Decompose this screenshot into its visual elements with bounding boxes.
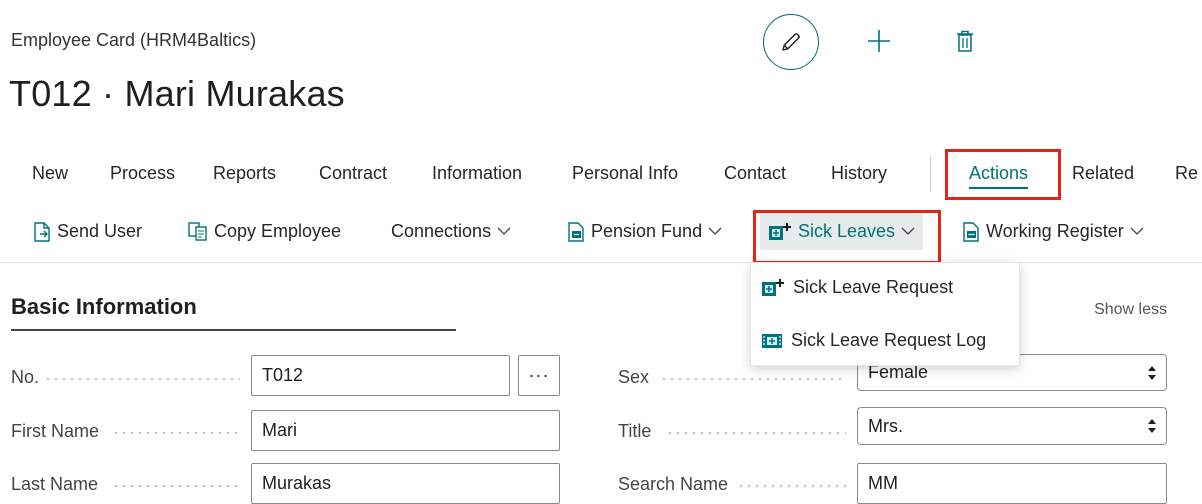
sick-leave-request-item[interactable]: Sick Leave Request: [761, 277, 953, 298]
title-value: Mrs.: [868, 415, 903, 436]
sick-leave-request-icon: [761, 278, 785, 298]
tab-reports[interactable]: Reports: [213, 163, 276, 184]
copy-employee-label: Copy Employee: [214, 221, 342, 241]
actions-highlight-box: [945, 149, 1061, 200]
sick-leaves-highlight-box: [753, 210, 941, 264]
send-user-button[interactable]: Send User: [33, 221, 142, 242]
first-name-field[interactable]: Mari: [251, 410, 560, 451]
first-name-label: First Name: [11, 421, 100, 441]
search-name-label: Search Name: [618, 474, 729, 494]
pension-fund-label: Pension Fund: [591, 221, 703, 241]
sex-label: Sex: [618, 367, 650, 387]
tab-contract[interactable]: Contract: [319, 163, 387, 184]
edit-button[interactable]: [763, 14, 819, 70]
no-leader-dots: [44, 378, 240, 380]
sick-leave-log-icon: [761, 332, 783, 350]
connections-menu[interactable]: Connections: [391, 221, 511, 242]
new-button[interactable]: [862, 24, 896, 58]
action-tabs: New Process Reports Contract Information…: [0, 148, 1202, 202]
last-name-leader-dots: [112, 485, 240, 487]
page-title: T012 · Mari Murakas: [9, 73, 345, 114]
tab-more[interactable]: Re: [1175, 163, 1198, 184]
no-label: No.: [11, 367, 40, 387]
tab-process[interactable]: Process: [110, 163, 175, 184]
pension-fund-menu[interactable]: Pension Fund: [567, 221, 722, 242]
select-arrows-icon: [1147, 365, 1157, 381]
sick-leave-request-label: Sick Leave Request: [793, 277, 954, 297]
tab-personal-info[interactable]: Personal Info: [572, 163, 678, 184]
copy-employee-button[interactable]: Copy Employee: [188, 221, 341, 242]
no-lookup-button[interactable]: ···: [518, 355, 560, 396]
copy-employee-icon: [188, 221, 208, 242]
last-name-label: Last Name: [11, 474, 99, 494]
tab-divider: [930, 156, 931, 192]
select-arrows-icon: [1147, 418, 1157, 434]
working-register-menu[interactable]: Working Register: [962, 221, 1144, 242]
first-name-leader-dots: [112, 432, 240, 434]
sex-leader-dots: [660, 378, 846, 380]
no-field[interactable]: T012: [251, 355, 510, 396]
action-bar: Send User Copy Employee Connections Pens…: [0, 205, 1202, 264]
title-label: Title: [618, 421, 652, 441]
tab-history[interactable]: History: [831, 163, 887, 184]
sick-leave-request-log-item[interactable]: Sick Leave Request Log: [761, 330, 986, 351]
working-register-icon: [962, 221, 980, 242]
pension-fund-icon: [567, 221, 585, 242]
tab-new[interactable]: New: [32, 163, 68, 184]
tab-information[interactable]: Information: [432, 163, 522, 184]
plus-icon: [868, 30, 890, 52]
chevron-down-icon: [708, 227, 722, 236]
trash-icon: [957, 30, 973, 52]
pencil-icon: [782, 33, 800, 51]
sick-leaves-dropdown: Sick Leave Request Sick Leave Request Lo…: [750, 262, 1020, 366]
working-register-label: Working Register: [986, 221, 1124, 241]
page-subtitle: Employee Card (HRM4Baltics): [11, 30, 257, 50]
show-less-link[interactable]: Show less: [1094, 301, 1167, 319]
title-select[interactable]: Mrs.: [857, 407, 1167, 445]
chevron-down-icon: [497, 227, 511, 236]
tab-contact[interactable]: Contact: [724, 163, 786, 184]
send-user-icon: [33, 221, 51, 242]
send-user-label: Send User: [57, 221, 143, 241]
search-name-leader-dots: [737, 485, 846, 487]
title-leader-dots: [666, 432, 846, 434]
chevron-down-icon: [1130, 227, 1144, 236]
section-underline: [11, 329, 456, 331]
delete-button[interactable]: [952, 26, 978, 56]
section-title: Basic Information: [11, 294, 197, 319]
connections-label: Connections: [391, 221, 492, 241]
tab-related[interactable]: Related: [1072, 163, 1134, 184]
sick-leave-request-log-label: Sick Leave Request Log: [791, 330, 987, 350]
